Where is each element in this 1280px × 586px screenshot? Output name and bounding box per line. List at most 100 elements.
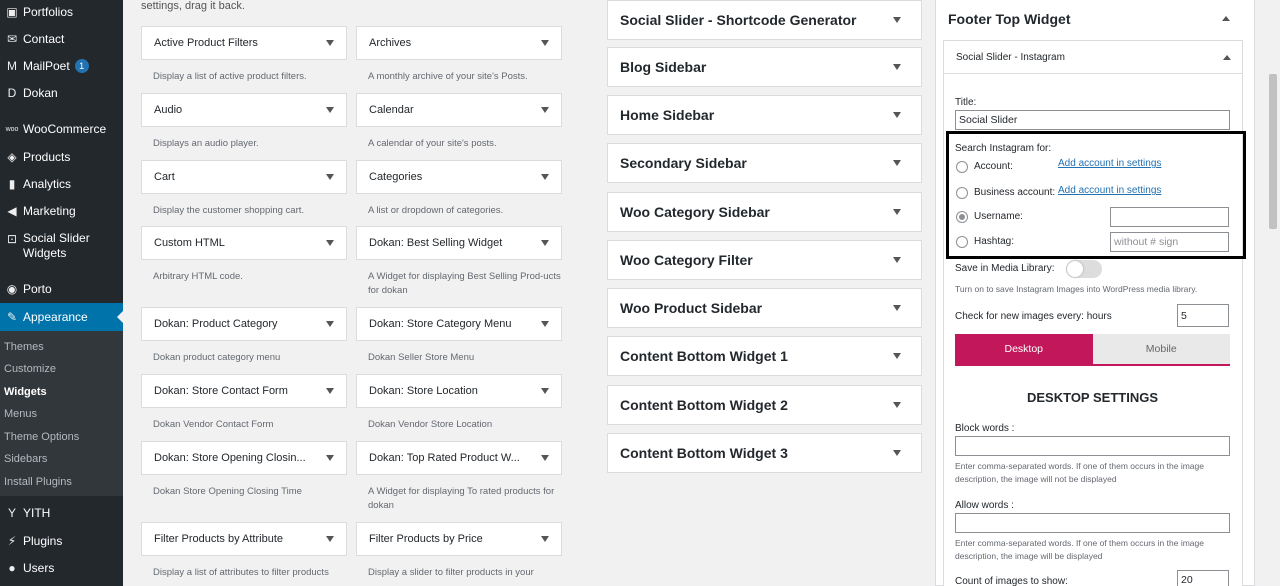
widget-dokan-top-rated-product[interactable]: Dokan: Top Rated Product W... <box>356 441 562 475</box>
scrollbar-thumb[interactable] <box>1269 74 1277 229</box>
widget-dokan-product-category[interactable]: Dokan: Product Category <box>141 307 347 341</box>
update-badge: 1 <box>74 59 89 73</box>
menu-item-yith[interactable]: Y YITH <box>0 504 123 522</box>
chevron-down-icon[interactable] <box>893 17 901 23</box>
title-input[interactable] <box>955 110 1230 130</box>
menu-item-porto[interactable]: ◉ Porto <box>0 280 123 298</box>
chevron-down-icon[interactable] <box>326 174 334 180</box>
menu-item-dokan[interactable]: D Dokan <box>0 84 123 102</box>
area-content-bottom-2[interactable]: Content Bottom Widget 2 <box>607 385 922 425</box>
chevron-down-icon[interactable] <box>893 353 901 359</box>
widget-dokan-store-location[interactable]: Dokan: Store Location <box>356 374 562 408</box>
menu-item-analytics[interactable]: ▮ Analytics <box>0 175 123 193</box>
page-scrollbar[interactable] <box>1266 0 1280 586</box>
area-woo-category-filter[interactable]: Woo Category Filter <box>607 240 922 280</box>
widget-filter-products-by-attribute[interactable]: Filter Products by Attribute <box>141 522 347 556</box>
chevron-down-icon[interactable] <box>541 455 549 461</box>
area-social-slider-shortcode[interactable]: Social Slider - Shortcode Generator <box>607 0 922 40</box>
area-secondary-sidebar[interactable]: Secondary Sidebar <box>607 143 922 183</box>
widget-categories[interactable]: Categories <box>356 160 562 194</box>
chevron-down-icon[interactable] <box>326 40 334 46</box>
widget-calendar[interactable]: Calendar <box>356 93 562 127</box>
submenu-install-plugins[interactable]: Install Plugins <box>4 476 72 488</box>
search-label: Search Instagram for: <box>955 143 1052 154</box>
tab-mobile[interactable]: Mobile <box>1092 334 1230 364</box>
widget-dokan-best-selling[interactable]: Dokan: Best Selling Widget <box>356 226 562 260</box>
menu-item-mailpoet[interactable]: M MailPoet 1 <box>0 57 123 75</box>
widget-cart[interactable]: Cart <box>141 160 347 194</box>
widget-dokan-store-opening-closing[interactable]: Dokan: Store Opening Closin... <box>141 441 347 475</box>
menu-item-marketing[interactable]: ◀ Marketing <box>0 202 123 220</box>
radio-hashtag[interactable] <box>956 236 968 248</box>
chevron-down-icon[interactable] <box>326 321 334 327</box>
radio-username[interactable] <box>956 211 968 223</box>
menu-item-woocommerce[interactable]: woo WooCommerce <box>0 120 123 138</box>
add-business-account-link[interactable]: Add account in settings <box>1058 185 1161 196</box>
chevron-down-icon[interactable] <box>541 240 549 246</box>
radio-business-account[interactable] <box>956 187 968 199</box>
widget-archives[interactable]: Archives <box>356 26 562 60</box>
add-account-link[interactable]: Add account in settings <box>1058 158 1161 169</box>
chevron-down-icon[interactable] <box>541 388 549 394</box>
menu-item-products[interactable]: ◈ Products <box>0 148 123 166</box>
check-hours-input[interactable] <box>1177 304 1229 327</box>
chevron-up-icon[interactable] <box>1222 16 1230 21</box>
area-content-bottom-1[interactable]: Content Bottom Widget 1 <box>607 336 922 376</box>
menu-item-portfolios[interactable]: ▣ Portfolios <box>0 3 123 21</box>
widget-header[interactable]: Social Slider - Instagram <box>944 41 1242 74</box>
radio-account[interactable] <box>956 161 968 173</box>
area-content-bottom-3[interactable]: Content Bottom Widget 3 <box>607 433 922 473</box>
submenu-customize[interactable]: Customize <box>4 363 56 375</box>
allow-words-note: Enter comma-separated words. If one of t… <box>955 538 1204 561</box>
widget-active-product-filters[interactable]: Active Product Filters <box>141 26 347 60</box>
chevron-down-icon[interactable] <box>893 64 901 70</box>
menu-item-social-slider[interactable]: ⊡ Social Slider Widgets <box>0 231 123 263</box>
chevron-down-icon[interactable] <box>326 388 334 394</box>
chevron-down-icon[interactable] <box>893 160 901 166</box>
tab-desktop[interactable]: Desktop <box>955 334 1093 364</box>
area-woo-product-sidebar[interactable]: Woo Product Sidebar <box>607 288 922 328</box>
submenu-menus[interactable]: Menus <box>4 408 37 420</box>
username-input[interactable] <box>1110 207 1229 227</box>
area-blog-sidebar[interactable]: Blog Sidebar <box>607 47 922 87</box>
area-title[interactable]: Footer Top Widget <box>948 11 1070 27</box>
submenu-themes[interactable]: Themes <box>4 341 44 353</box>
chevron-down-icon[interactable] <box>541 536 549 542</box>
media-library-toggle[interactable] <box>1066 260 1102 278</box>
submenu-sidebars[interactable]: Sidebars <box>4 453 47 465</box>
area-home-sidebar[interactable]: Home Sidebar <box>607 95 922 135</box>
hashtag-input[interactable] <box>1110 232 1229 252</box>
chevron-down-icon[interactable] <box>541 321 549 327</box>
chevron-down-icon[interactable] <box>326 240 334 246</box>
account-label: Account: <box>974 161 1013 172</box>
widget-dokan-store-category-menu[interactable]: Dokan: Store Category Menu <box>356 307 562 341</box>
widget-dokan-store-contact-form[interactable]: Dokan: Store Contact Form <box>141 374 347 408</box>
widget-audio[interactable]: Audio <box>141 93 347 127</box>
area-woo-category-sidebar[interactable]: Woo Category Sidebar <box>607 192 922 232</box>
allow-words-input[interactable] <box>955 513 1230 533</box>
chevron-up-icon[interactable] <box>1223 55 1231 60</box>
widget-filter-products-by-price[interactable]: Filter Products by Price <box>356 522 562 556</box>
count-input[interactable] <box>1177 570 1229 586</box>
block-words-input[interactable] <box>955 436 1230 456</box>
chevron-down-icon[interactable] <box>893 209 901 215</box>
chevron-down-icon[interactable] <box>541 174 549 180</box>
widget-custom-html[interactable]: Custom HTML <box>141 226 347 260</box>
chevron-down-icon[interactable] <box>541 40 549 46</box>
drag-hint: settings, drag it back. <box>141 0 245 12</box>
chevron-down-icon[interactable] <box>541 107 549 113</box>
menu-item-users[interactable]: ● Users <box>0 559 123 577</box>
menu-item-contact[interactable]: ✉ Contact <box>0 30 123 48</box>
menu-item-appearance[interactable]: ✎ Appearance <box>0 303 123 331</box>
chevron-down-icon[interactable] <box>893 257 901 263</box>
submenu-theme-options[interactable]: Theme Options <box>4 431 79 443</box>
chevron-down-icon[interactable] <box>326 107 334 113</box>
chevron-down-icon[interactable] <box>326 455 334 461</box>
chevron-down-icon[interactable] <box>893 112 901 118</box>
chevron-down-icon[interactable] <box>326 536 334 542</box>
menu-item-plugins[interactable]: ⚡ Plugins <box>0 532 123 550</box>
submenu-widgets[interactable]: Widgets <box>4 386 47 398</box>
chevron-down-icon[interactable] <box>893 450 901 456</box>
chevron-down-icon[interactable] <box>893 402 901 408</box>
chevron-down-icon[interactable] <box>893 305 901 311</box>
